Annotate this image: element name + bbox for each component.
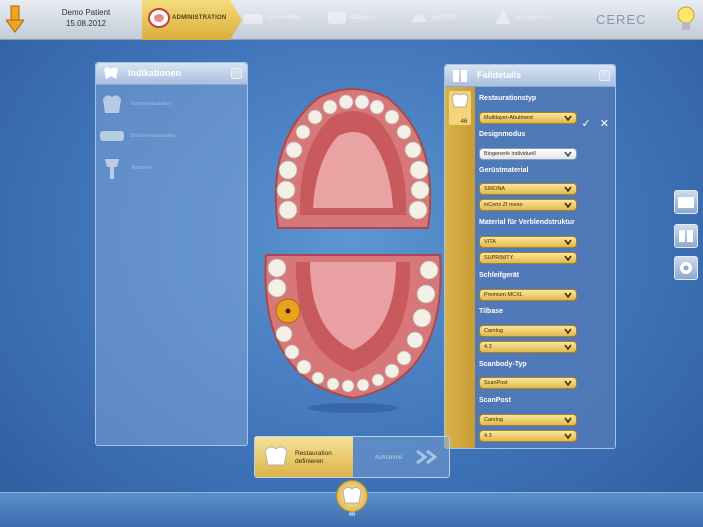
chevron-down-icon [564,255,572,261]
back-arrow-icon[interactable] [6,4,24,34]
chevron-down-icon [564,344,572,350]
field-label: Material für Verblendstruktur [479,219,575,226]
indikationen-header: Indikationen ‹ [96,63,247,85]
side-button-details[interactable] [674,224,698,248]
phase-label: AUFNAHME [266,15,302,21]
chevron-down-icon [564,417,572,423]
schleifgeraet-select[interactable]: Premium MCXL [479,289,577,301]
falldetails-actions: ✓ ✕ [582,117,610,130]
chevron-down-icon [564,186,572,192]
falldetails-content: ✓ ✕ Restaurationstyp Multilayer-Abutment… [475,87,615,448]
tooth-strip: 46 [445,87,475,448]
gear-icon [680,262,692,274]
brand-logo: CEREC [596,12,647,27]
field-label: Tilbase [479,308,503,315]
panel-title: Indikationen [128,68,182,78]
phase-label: SCHLEIFEN [516,15,552,21]
panel-title: Falldetails [477,70,522,80]
lower-jaw[interactable] [264,254,442,400]
step-label: Restauration definieren [295,450,332,465]
phase-label: ADMINISTRATION [172,15,227,21]
indication-label: Brückenrestauration [131,133,176,139]
restaurationstyp-select[interactable]: Multilayer-Abutment [479,112,577,124]
patient-info[interactable]: Demo Patient 15.08.2012 [40,7,132,29]
scanpost-manufacturer-select[interactable]: Camlog [479,414,577,426]
phase-label: MODELL [350,15,376,21]
phase-schleifen[interactable]: SCHLEIFEN [486,0,586,40]
indication-item-bridge[interactable]: Brückenrestauration [99,123,239,151]
scanbody-typ-select[interactable]: ScanPost [479,377,577,389]
chevron-down-icon [564,151,572,157]
chevron-down-icon [564,292,572,298]
chevron-down-icon [564,433,572,439]
chevron-down-icon [564,380,572,386]
design-icon [411,15,427,22]
milling-icon [495,10,511,24]
tooth-slot[interactable]: 46 [449,91,471,125]
indication-item-single[interactable]: Einzelrestauration [99,91,239,119]
field-label: Schleifgerät [479,272,520,279]
side-button-settings[interactable] [674,256,698,280]
book-icon [453,70,467,82]
phase-administration[interactable]: ADMINISTRATION [142,0,242,40]
cancel-button[interactable]: ✕ [600,118,609,130]
geruestmaterial-block-select[interactable]: inCoris ZI meso [479,199,577,211]
dentition-illustration[interactable] [258,80,448,420]
crown-icon [103,95,121,113]
dentition-icon [148,8,170,28]
abutment-icon [105,159,119,179]
model-icon [328,12,346,24]
verblendmaterial-block-select[interactable]: SUPRINITY [479,252,577,264]
patient-name: Demo Patient [61,8,111,17]
phase-label: DESIGN [432,15,457,21]
chevron-down-icon [564,328,572,334]
side-button-open[interactable] [674,190,698,214]
scan-icon [243,14,263,24]
field-label: Restaurationstyp [479,95,537,102]
indikationen-panel: Indikationen ‹ Einzelrestauration Brücke… [95,62,248,446]
minimize-button[interactable]: ‹ [231,68,242,79]
falldetails-header: Falldetails ‹ [445,65,615,87]
scanpost-size-select[interactable]: 4.3 [479,430,577,442]
field-label: ScanPost [479,397,511,404]
chevron-down-icon [564,239,572,245]
tooth-chip[interactable] [336,480,368,512]
chevron-down-icon [564,115,572,121]
tooth-cursor-icon [264,446,288,466]
falldetails-panel: Falldetails ‹ 46 ✓ ✕ Restaurationstyp Mu… [444,64,616,449]
indication-label: Abutment [131,165,153,171]
bridge-icon [100,131,124,141]
verblendmaterial-manufacturer-select[interactable]: VITA [479,236,577,248]
tooth-chip-number: 46 [348,512,356,518]
step-label: Aufnahme [375,455,403,461]
designmodus-select[interactable]: Biogenerik individuell [479,148,577,160]
field-label: Scanbody-Typ [479,361,527,368]
tooth-icon [451,93,469,108]
teeth-icon [104,67,118,79]
step-restauration-definieren[interactable]: Restauration definieren [255,437,353,477]
tilbase-manufacturer-select[interactable]: Camlog [479,325,577,337]
double-chevron-right-icon [416,449,438,465]
folder-icon [678,197,694,208]
geruestmaterial-manufacturer-select[interactable]: SIRONA [479,183,577,195]
field-label: Gerüstmaterial [479,167,529,174]
chevron-down-icon [564,202,572,208]
minimize-button[interactable]: ‹ [599,70,610,81]
tooth-icon [342,486,362,504]
tilbase-size-select[interactable]: 4.3 [479,341,577,353]
step-bar: Restauration definieren Aufnahme [254,436,450,478]
indication-item-abutment[interactable]: Abutment [99,155,239,183]
upper-jaw[interactable] [274,88,432,229]
indication-label: Einzelrestauration [131,101,172,107]
field-label: Designmodus [479,131,526,138]
lightbulb-icon[interactable] [676,4,696,34]
top-bar: Demo Patient 15.08.2012 ADMINISTRATION A… [0,0,703,40]
patient-date: 15.08.2012 [65,19,107,28]
book-icon [679,230,693,242]
confirm-button[interactable]: ✓ [582,118,591,130]
selected-tooth-46[interactable] [275,298,301,324]
